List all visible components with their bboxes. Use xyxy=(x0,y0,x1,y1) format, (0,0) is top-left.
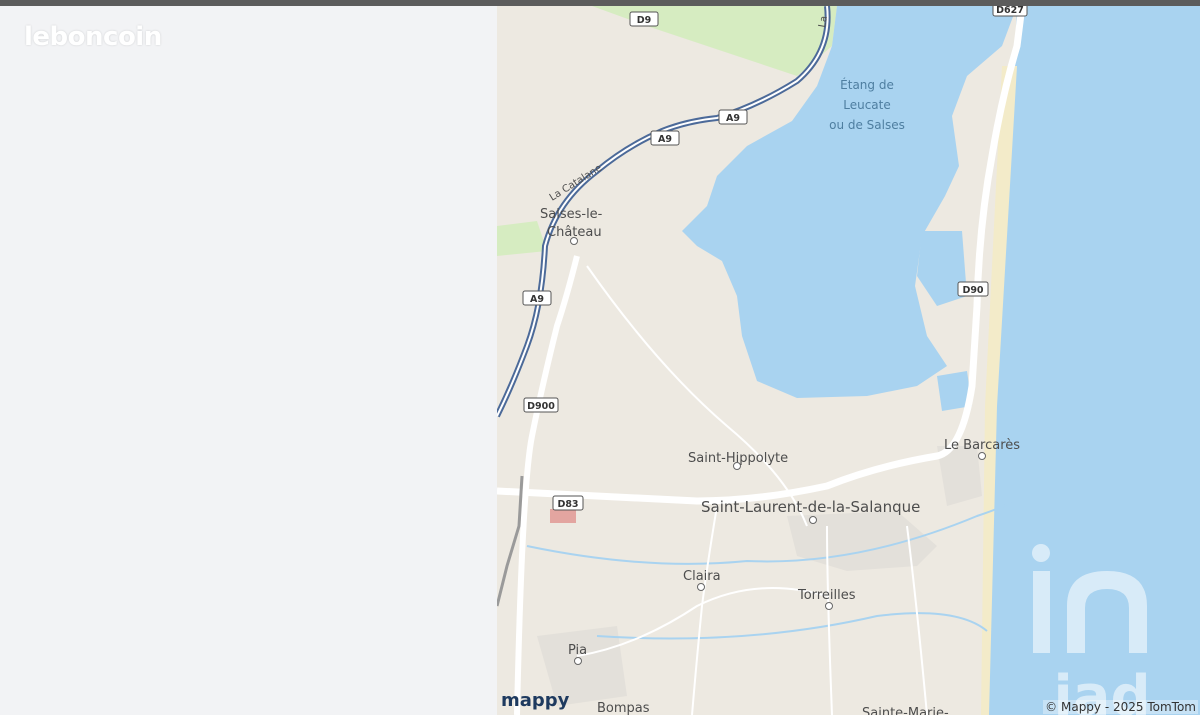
place-label-bompas: Bompas xyxy=(597,701,650,715)
map-canvas[interactable]: Étang de Leucate ou de Salses Salses-le-… xyxy=(497,6,1200,715)
listing-panel: leboncoin xyxy=(0,6,497,715)
town-marker xyxy=(697,583,705,591)
road-shield-a9: A9 xyxy=(650,130,680,146)
svg-text:D900: D900 xyxy=(527,401,555,412)
road-shield-d83: D83 xyxy=(552,495,584,511)
road-shield-a9: A9 xyxy=(718,109,748,125)
place-label-saint-laurent: Saint-Laurent-de-la-Salanque xyxy=(701,498,920,516)
svg-text:A9: A9 xyxy=(726,113,740,124)
road-shield-d9: D9 xyxy=(629,11,659,27)
lagoon-label-line1: Étang de xyxy=(840,77,894,92)
zone-marker xyxy=(550,509,576,523)
svg-text:D9: D9 xyxy=(637,15,652,26)
place-label-torreilles: Torreilles xyxy=(797,588,856,603)
road-shield-d627: D627 xyxy=(992,6,1028,17)
place-label-pia: Pia xyxy=(568,643,587,658)
svg-text:A9: A9 xyxy=(658,134,672,145)
road-shield-d90: D90 xyxy=(957,281,989,297)
place-label-sainte-marie: Sainte-Marie- xyxy=(862,706,949,715)
road-shield-a9: A9 xyxy=(522,290,552,306)
svg-text:D90: D90 xyxy=(962,285,983,296)
town-marker xyxy=(825,602,833,610)
place-label-saint-hippolyte: Saint-Hippolyte xyxy=(688,451,788,466)
lagoon-label-line3: ou de Salses xyxy=(829,118,905,132)
road-name-top: La xyxy=(817,15,830,28)
map-attribution[interactable]: © Mappy - 2025 TomTom xyxy=(1043,700,1198,714)
town-marker xyxy=(978,452,986,460)
sea xyxy=(982,6,1200,715)
road-shield-d900: D900 xyxy=(523,397,559,413)
svg-text:D83: D83 xyxy=(557,499,578,510)
place-label-salses-1: Salses-le- xyxy=(540,207,603,222)
town-marker xyxy=(809,516,817,524)
leboncoin-logo[interactable]: leboncoin xyxy=(24,22,162,52)
map-view[interactable]: Étang de Leucate ou de Salses Salses-le-… xyxy=(497,6,1200,715)
place-label-salses-2: Château xyxy=(547,225,602,240)
town-marker xyxy=(574,657,582,665)
svg-text:A9: A9 xyxy=(530,294,544,305)
place-label-le-barcares: Le Barcarès xyxy=(944,438,1020,453)
mappy-logo[interactable]: mappy xyxy=(501,690,569,711)
svg-text:D627: D627 xyxy=(996,6,1024,16)
place-label-claira: Claira xyxy=(683,569,721,584)
lagoon-label-line2: Leucate xyxy=(843,98,891,112)
